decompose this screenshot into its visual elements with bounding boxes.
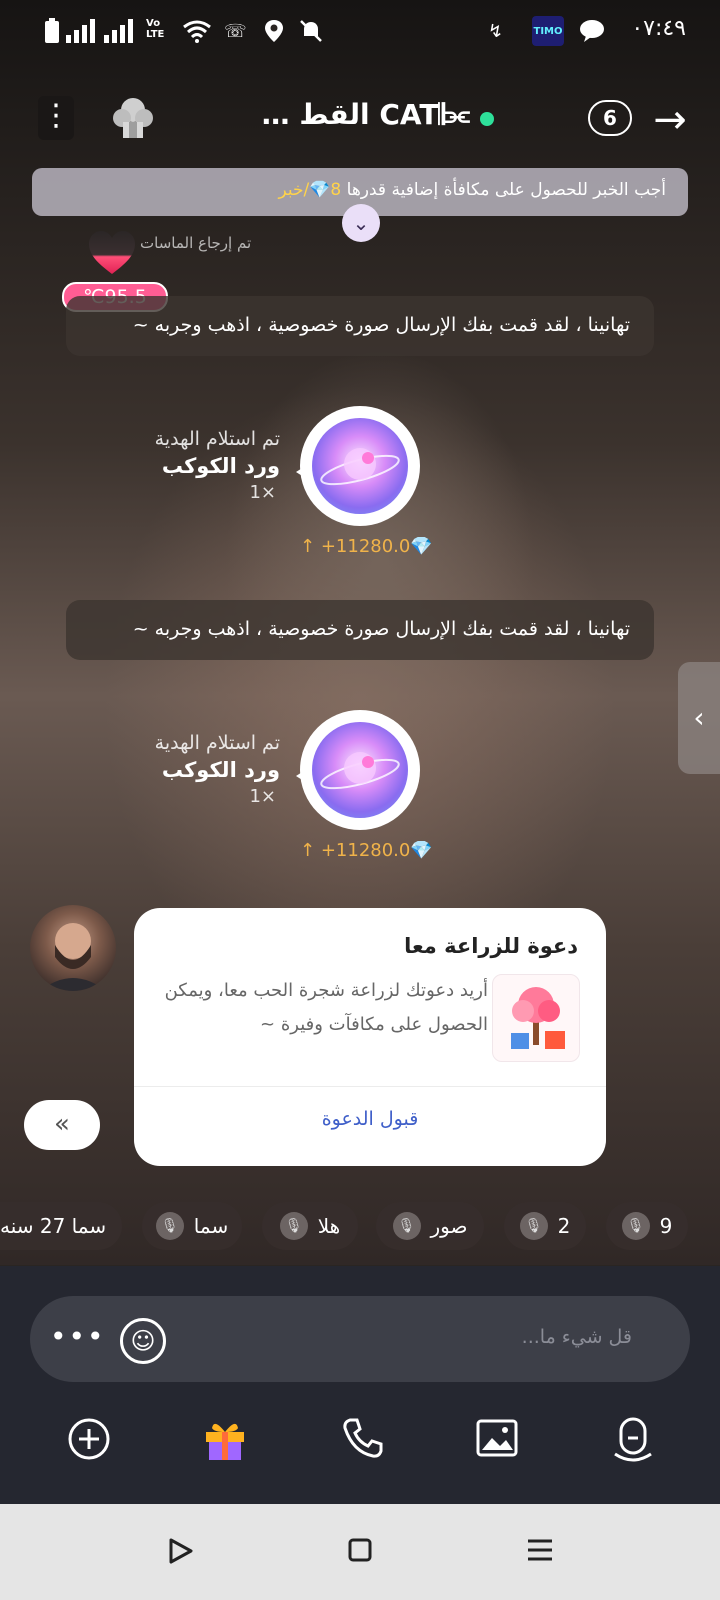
planet-flower-gift-icon: [312, 722, 408, 818]
quick-reply-chip[interactable]: 🎙 صور: [376, 1202, 484, 1250]
gift-quantity: 1×: [249, 786, 276, 807]
system-message: تهانينا ، لقد قمت بفك الإرسال صورة خصوصي…: [66, 296, 654, 356]
add-icon[interactable]: [64, 1416, 114, 1466]
system-message-text: تهانينا ، لقد قمت بفك الإرسال صورة خصوصي…: [132, 314, 630, 336]
gift-bubble[interactable]: [300, 710, 420, 830]
chip-label: 9: [659, 1214, 673, 1238]
chat-title[interactable]: … القط CAT𝄂⫘: [170, 98, 470, 132]
accept-invite-button[interactable]: قبول الدعوة: [134, 1108, 606, 1130]
message-placeholder: قل شيء ما...: [521, 1326, 632, 1348]
image-icon[interactable]: [472, 1416, 522, 1466]
love-tree-icon: [492, 974, 580, 1062]
diamonds-returned-label: تم إرجاع الماسات: [140, 234, 252, 252]
quick-reply-chip[interactable]: 🎙 2: [504, 1202, 586, 1250]
menu-icon[interactable]: [522, 1536, 558, 1572]
back-triangle-icon[interactable]: [162, 1536, 198, 1572]
gift-quantity: 1×: [249, 482, 276, 503]
chat-notification-icon: [578, 18, 606, 44]
home-square-icon[interactable]: [342, 1536, 378, 1572]
signal-icon: [104, 18, 134, 44]
online-status-dot: [480, 112, 494, 126]
planet-flower-gift-icon: [312, 418, 408, 514]
sender-avatar[interactable]: [30, 905, 116, 991]
system-message-text: تهانينا ، لقد قمت بفك الإرسال صورة خصوصي…: [132, 618, 630, 640]
wifi-calling-icon: ☏: [224, 20, 247, 42]
timo-app-icon: TIMO: [532, 16, 564, 46]
arrow-up-icon: ↑: [300, 840, 316, 861]
room-avatar[interactable]: [108, 92, 158, 142]
chip-label: هلا: [317, 1214, 341, 1238]
chip-label: سما: [193, 1214, 229, 1238]
mute-bell-icon: [298, 18, 324, 44]
quick-reply-chip[interactable]: سما 27 سنه: [0, 1202, 122, 1250]
diamond-icon: 💎: [309, 180, 331, 200]
mic-icon: 🎙: [155, 1212, 184, 1240]
chevron-left-icon[interactable]: ‹: [678, 662, 720, 774]
invite-body: أريد دعوتك لزراعة شجرة الحب معا، ويمكن ا…: [164, 980, 488, 1035]
mic-icon: 🎙: [519, 1212, 548, 1240]
diamond-icon: 💎: [410, 536, 433, 557]
gift-received-label: تم استلام الهدية: [154, 732, 280, 754]
system-nav-bar: [0, 1504, 720, 1600]
quick-reply-chip[interactable]: 🎙 9: [606, 1202, 688, 1250]
notice-main-text: أجب الخبر للحصول على مكافأة إضافية قدرها: [346, 180, 666, 200]
signal-icon: [66, 18, 96, 44]
wifi-icon: [182, 18, 212, 44]
gift-diamond-amount: ↑ +11280.0💎: [300, 536, 433, 557]
gift-amount-value: +11280.0: [320, 536, 411, 557]
notice-link[interactable]: /خبر: [279, 180, 310, 200]
gift-name: ورد الكوكب: [161, 758, 280, 782]
arrow-up-icon: ↑: [300, 536, 316, 557]
location-icon: [264, 18, 284, 44]
gift-bubble[interactable]: [300, 406, 420, 526]
notice-amount: 8: [330, 180, 342, 200]
quick-reply-chip[interactable]: 🎙 سما: [142, 1202, 242, 1250]
more-vertical-icon[interactable]: ⋮: [38, 96, 74, 140]
mic-icon: 🎙: [392, 1212, 421, 1240]
message-input[interactable]: قل شيء ما... ☺ •••: [30, 1296, 690, 1382]
phone-icon[interactable]: [338, 1416, 388, 1466]
call-forward-icon: ↯: [488, 20, 504, 42]
gift-amount-value: +11280.0: [320, 840, 411, 861]
system-message: تهانينا ، لقد قمت بفك الإرسال صورة خصوصي…: [66, 600, 654, 660]
member-count-badge[interactable]: 6: [588, 100, 632, 136]
status-time: ٠٧:٤٩: [631, 16, 686, 41]
news-reward-text: أجب الخبر للحصول على مكافأة إضافية قدرها…: [279, 180, 667, 200]
mic-icon: 🎙: [621, 1212, 650, 1240]
arrow-right-icon[interactable]: →: [648, 98, 692, 142]
emoji-icon[interactable]: ☺: [120, 1318, 166, 1364]
voice-icon[interactable]: [608, 1416, 658, 1466]
quick-reply-chip[interactable]: 🎙 هلا: [262, 1202, 358, 1250]
volte-icon: Vo LTE: [146, 18, 165, 40]
mic-icon: 🎙: [279, 1212, 308, 1240]
chip-label: سما 27 سنه: [0, 1214, 107, 1238]
gift-icon[interactable]: [200, 1416, 250, 1466]
heart-icon: [88, 230, 136, 276]
farming-invite-card: دعوة للزراعة معا أريد دعوتك لزراعة شجرة …: [134, 908, 606, 1166]
gift-diamond-amount: ↑ +11280.0💎: [300, 840, 433, 861]
chevron-down-icon[interactable]: ⌄: [342, 204, 380, 242]
diamond-icon: 💎: [410, 840, 433, 861]
chip-label: 2: [557, 1214, 571, 1238]
more-horizontal-icon[interactable]: •••: [50, 1320, 106, 1353]
divider: [134, 1086, 606, 1087]
chip-label: صور: [430, 1214, 468, 1238]
chevrons-left-icon[interactable]: «: [24, 1100, 100, 1150]
status-bar: Vo LTE ☏ ↯ TIMO ٠٧:٤٩: [0, 0, 720, 64]
battery-icon: [44, 18, 60, 44]
gift-received-label: تم استلام الهدية: [154, 428, 280, 450]
invite-title: دعوة للزراعة معا: [404, 934, 578, 958]
gift-name: ورد الكوكب: [161, 454, 280, 478]
